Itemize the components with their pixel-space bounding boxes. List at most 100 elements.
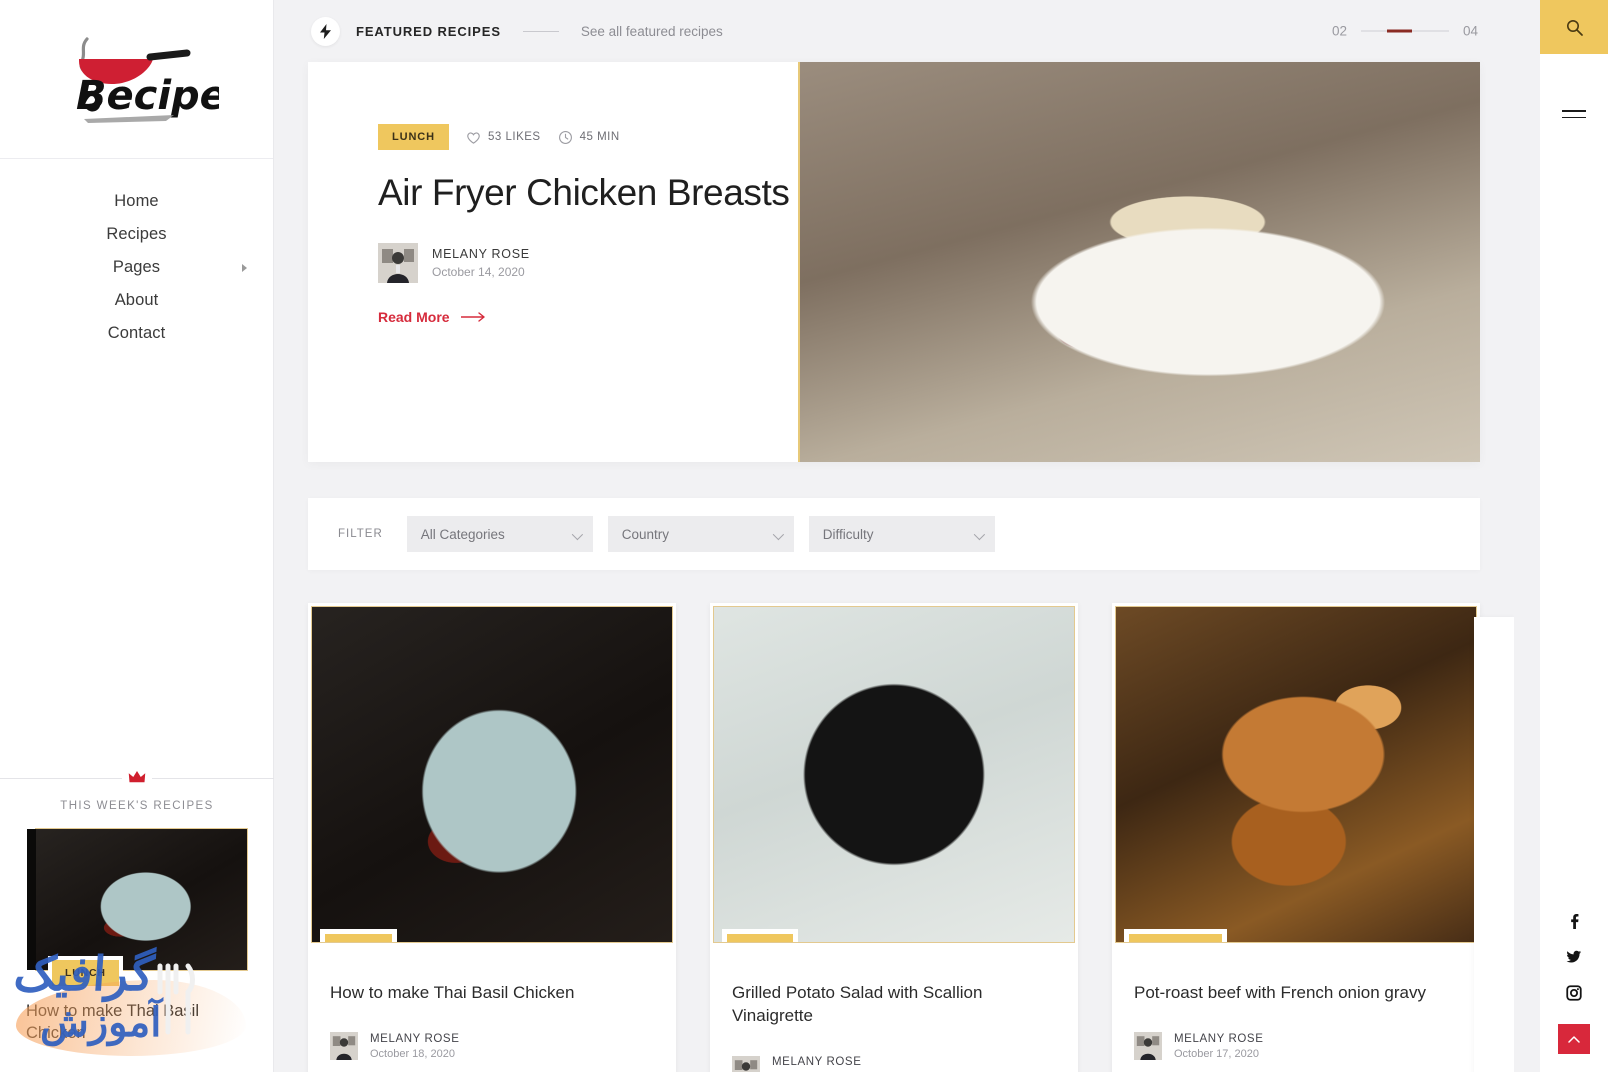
sidebar-item-contact[interactable]: Contact (0, 317, 273, 350)
recipe-card[interactable]: MAIN MEAL Pot-roast beef with French oni… (1112, 603, 1480, 1072)
author-name: MELANY ROSE (432, 247, 530, 262)
recipe-card-grid: LUNCH How to make Thai Basil Chicken MEL… (308, 603, 1514, 1072)
featured-title: Air Fryer Chicken Breasts (378, 172, 790, 213)
read-more-label: Read More (378, 309, 450, 326)
recipe-card-badge[interactable]: MAIN MEAL (1124, 929, 1227, 942)
recipe-card-author: MELANY ROSE October 17, 2020 (1134, 1032, 1458, 1061)
divider (522, 30, 559, 32)
pager-progress (1387, 29, 1412, 33)
arrow-right-icon (460, 312, 485, 323)
pager-track[interactable] (1360, 29, 1449, 33)
avatar (1134, 1032, 1162, 1061)
hamburger-icon-line (1562, 109, 1586, 112)
svg-text:Becipe: Becipe (76, 73, 219, 119)
featured-meta-row: LUNCH 53 LIKES 45 MIN (378, 124, 798, 150)
sidebar-item-label: Recipes (106, 225, 167, 243)
bolt-icon (311, 16, 340, 46)
chevron-down-icon (571, 528, 583, 541)
this-weeks-recipes-section: THIS WEEK'S RECIPES LUNCH How to make Th… (0, 762, 274, 1045)
right-rail (1540, 0, 1608, 1072)
featured-category-badge[interactable]: LUNCH (378, 124, 449, 150)
week-card-badge: LUNCH (48, 956, 123, 986)
recipe-card-image: LUNCH (311, 606, 673, 943)
time-meta: 45 MIN (558, 130, 620, 145)
select-value: Difficulty (822, 526, 874, 542)
chevron-down-icon (772, 528, 784, 541)
week-image-edge (27, 829, 36, 970)
publish-date: October 17, 2020 (1174, 1047, 1260, 1060)
featured-author: MELANY ROSE October 14, 2020 (378, 243, 798, 284)
avatar (378, 243, 418, 284)
featured-image (798, 62, 1480, 462)
crown-icon (122, 762, 152, 792)
sidebar-item-label: Home (114, 192, 159, 210)
author-name: MELANY ROSE (1174, 1032, 1264, 1045)
chevron-right-icon (242, 263, 247, 272)
search-button[interactable] (1540, 0, 1608, 54)
avatar (330, 1032, 358, 1061)
scroll-to-top-button[interactable] (1558, 1024, 1590, 1054)
recipe-card-badge[interactable]: SALAD (722, 929, 799, 942)
recipe-card-image: SALAD (713, 606, 1075, 943)
carousel-pager: 02 04 (1332, 24, 1478, 39)
recipe-card-body: Pot-roast beef with French onion gravy M… (1112, 943, 1480, 1061)
sidebar-item-recipes[interactable]: Recipes (0, 218, 273, 251)
likes-meta: 53 LIKES (466, 130, 541, 145)
recipe-card-badge[interactable]: LUNCH (320, 929, 397, 942)
recipe-card-title: Pot-roast beef with French onion gravy (1134, 983, 1426, 1002)
sidebar-item-pages[interactable]: Pages (0, 251, 273, 284)
cook-time: 45 MIN (579, 131, 620, 143)
food-illustration (800, 62, 1480, 462)
filter-label: FILTER (338, 528, 383, 540)
recipe-card[interactable]: SALAD Grilled Potato Salad with Scallion… (710, 603, 1078, 1072)
avatar (732, 1055, 760, 1072)
brand-logo[interactable]: Becipe (0, 0, 273, 159)
recipe-card-author: MELANY ROSE October 18, 2020 (330, 1032, 654, 1061)
search-icon (1566, 19, 1583, 36)
recipe-card-image: MAIN MEAL (1115, 606, 1477, 943)
publish-date: October 18, 2020 (370, 1047, 456, 1060)
food-illustration (1116, 607, 1476, 942)
sidebar-item-label: Contact (107, 324, 166, 342)
select-value: Country (621, 526, 670, 542)
sidebar-nav: Home Recipes Pages About Contact (0, 159, 273, 350)
recipe-card-title: Grilled Potato Salad with Scallion Vinai… (732, 983, 983, 1026)
publish-date: October 14, 2020 (432, 265, 525, 280)
hamburger-icon-line (1562, 116, 1586, 119)
recipe-card-next-peek[interactable] (1474, 617, 1514, 1072)
select-value: All Categories (420, 526, 505, 542)
food-illustration (36, 829, 247, 970)
week-header (0, 762, 274, 796)
likes-count: 53 LIKES (488, 131, 541, 143)
page-root: Becipe Home Recipes Pages About Contact (0, 0, 1608, 1072)
filter-select-difficulty[interactable]: Difficulty (808, 516, 995, 552)
food-illustration (714, 607, 1074, 942)
see-all-featured-link[interactable]: See all featured recipes (581, 24, 723, 39)
recipe-card-title: How to make Thai Basil Chicken (330, 983, 575, 1002)
week-section-title: THIS WEEK'S RECIPES (60, 800, 214, 812)
read-more-link[interactable]: Read More (378, 309, 487, 325)
week-recipe-image: LUNCH (27, 828, 248, 986)
recipe-card[interactable]: LUNCH How to make Thai Basil Chicken MEL… (308, 603, 676, 1072)
food-illustration (312, 607, 672, 942)
sidebar-item-label: Pages (112, 258, 161, 276)
sidebar-item-about[interactable]: About (0, 284, 273, 317)
recipe-card-body: How to make Thai Basil Chicken MELANY RO… (308, 943, 676, 1061)
sidebar-item-label: About (114, 291, 159, 309)
main-content: FEATURED RECIPES See all featured recipe… (274, 0, 1514, 1072)
left-sidebar: Becipe Home Recipes Pages About Contact (0, 0, 274, 1072)
becipe-logo-icon: Becipe (76, 37, 219, 123)
clock-icon (558, 130, 572, 144)
filter-select-country[interactable]: Country (607, 516, 794, 552)
hamburger-menu-button[interactable] (1540, 84, 1608, 144)
twitter-icon[interactable] (1565, 948, 1583, 966)
filter-select-category[interactable]: All Categories (406, 516, 593, 552)
facebook-icon[interactable] (1565, 912, 1583, 930)
social-links (1540, 912, 1608, 1054)
heart-icon (467, 131, 480, 144)
sidebar-item-home[interactable]: Home (0, 185, 273, 218)
week-recipe-card[interactable]: LUNCH How to make Thai Basil Chicken (26, 828, 248, 1045)
instagram-icon[interactable] (1565, 984, 1583, 1002)
featured-text-panel: LUNCH 53 LIKES 45 MIN Air Fryer Chicken … (308, 62, 798, 462)
featured-topbar: FEATURED RECIPES See all featured recipe… (274, 0, 1514, 62)
